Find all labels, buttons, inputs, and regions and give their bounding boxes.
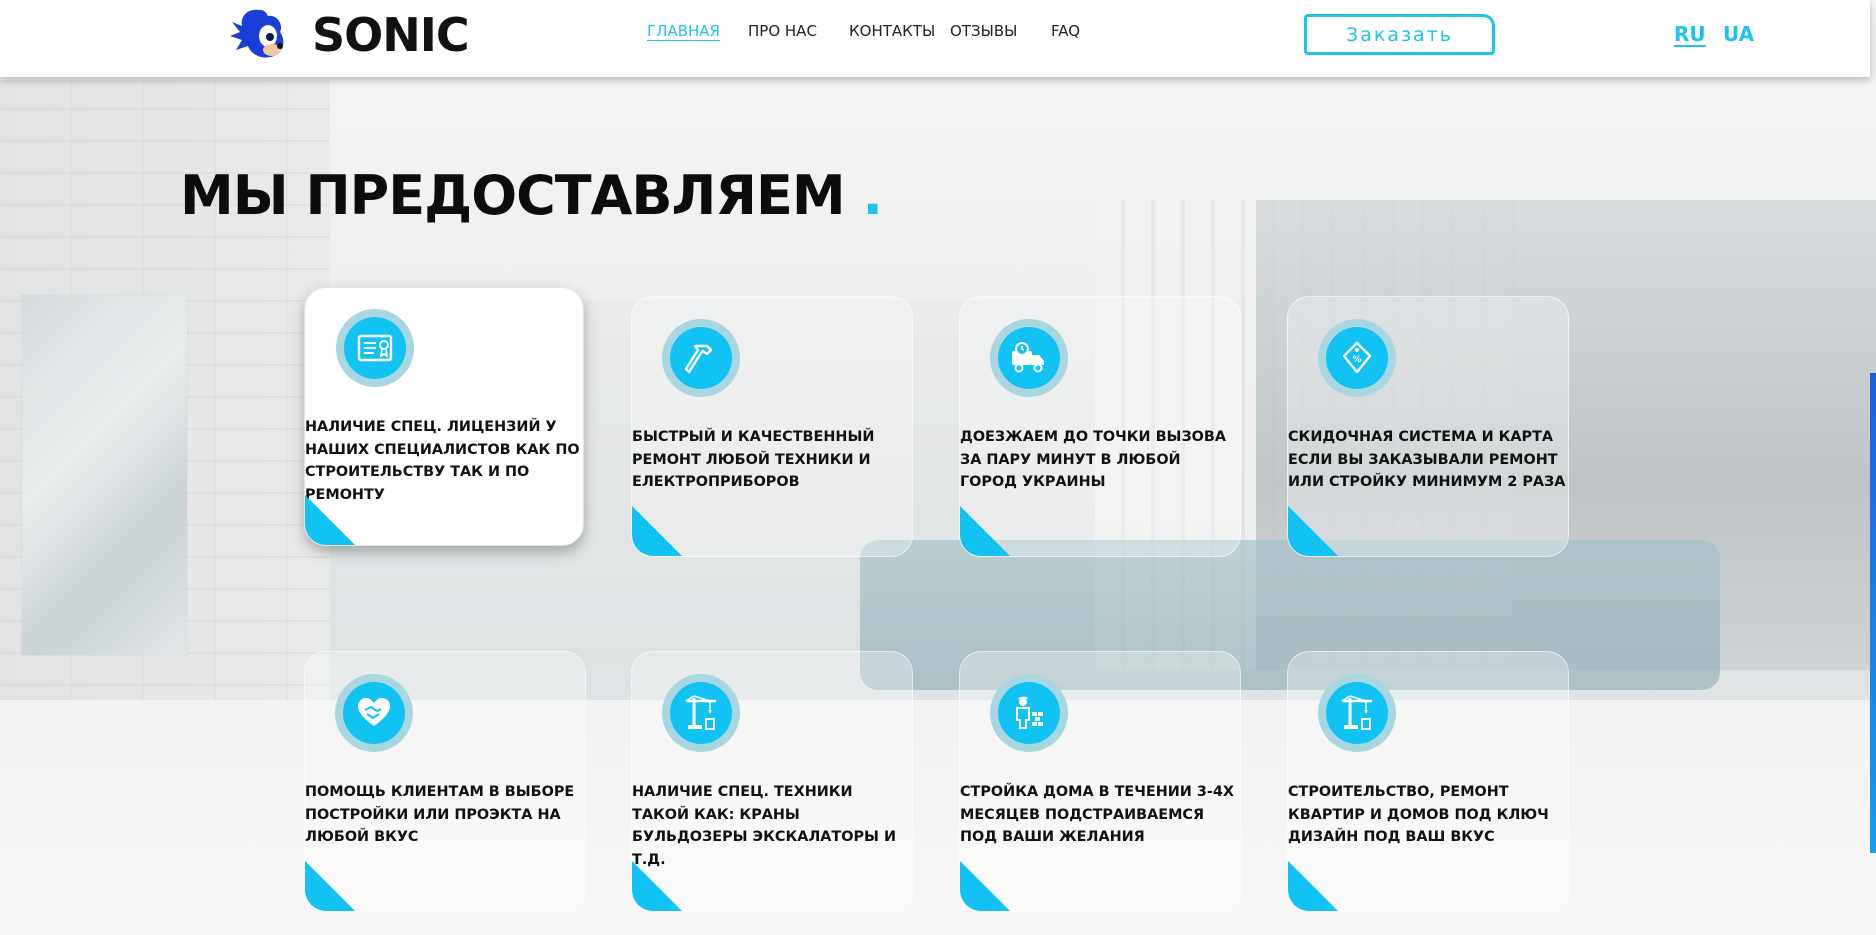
nav-link-faq[interactable]: FAQ [1051,22,1080,40]
card-corner-accent [632,506,682,556]
nav-link-reviews[interactable]: ОТЗЫВЫ [950,22,1017,40]
card-corner-accent [305,861,355,911]
nav-link-home[interactable]: ГЛАВНАЯ [647,22,720,40]
crane-icon [685,695,716,730]
card-corner-accent [960,861,1010,911]
heart-handshake-icon [358,698,390,726]
hedgehog-head-icon[interactable] [230,6,286,64]
card-corner-accent [305,495,355,545]
card-corner-accent [1288,506,1338,556]
nav-link-about[interactable]: ПРО НАС [748,22,817,40]
section-title-text: МЫ ПРЕДОСТАВЛЯЕМ [180,164,846,227]
icon-badge [990,319,1068,397]
card-text: НАЛИЧИЕ СПЕЦ. ТЕХНИКИ ТАКОЙ КАК: КРАНЫ Б… [632,784,896,868]
service-card-arrival[interactable]: ДОЕЗЖАЕМ ДО ТОЧКИ ВЫЗОВА ЗА ПАРУ МИНУТ В… [959,296,1241,557]
section-title: МЫ ПРЕДОСТАВЛЯЕМ . [180,164,883,227]
service-card-repair[interactable]: БЫСТРЫЙ И КАЧЕСТВЕННЫЙ РЕМОНТ ЛЮБОЙ ТЕХН… [631,296,913,557]
nav-link-contacts[interactable]: КОНТАКТЫ [849,22,935,40]
service-card-help-choose[interactable]: ПОМОЩЬ КЛИЕНТАМ В ВЫБОРЕ ПОСТРОЙКИ ИЛИ П… [304,651,586,912]
service-card-special-machinery[interactable]: НАЛИЧИЕ СПЕЦ. ТЕХНИКИ ТАКОЙ КАК: КРАНЫ Б… [631,651,913,912]
icon-badge [662,674,740,752]
card-text: СТРОИТЕЛЬСТВО, РЕМОНТ КВАРТИР И ДОМОВ ПО… [1288,784,1549,845]
icon-badge [1318,674,1396,752]
title-accent-dot: . [862,164,882,227]
card-text: СКИДОЧНАЯ СИСТЕМА И КАРТА ЕСЛИ ВЫ ЗАКАЗЫ… [1288,429,1566,490]
service-card-turnkey[interactable]: СТРОИТЕЛЬСТВО, РЕМОНТ КВАРТИР И ДОМОВ ПО… [1287,651,1569,912]
site-header: SONIC ГЛАВНАЯ ПРО НАС КОНТАКТЫ ОТЗЫВЫ FA… [0,0,1870,77]
icon-badge [662,319,740,397]
brand-logo-text[interactable]: SONIC [312,8,470,62]
card-text: СТРОЙКА ДОМА В ТЕЧЕНИИ 3-4Х МЕСЯЦЕВ ПОДС… [960,784,1234,845]
card-corner-accent [960,506,1010,556]
builder-bricks-icon [1016,696,1043,729]
card-text: БЫСТРЫЙ И КАЧЕСТВЕННЫЙ РЕМОНТ ЛЮБОЙ ТЕХН… [632,429,875,490]
license-certificate-icon [357,334,393,362]
card-corner-accent [632,861,682,911]
service-card-discount[interactable]: % СКИДОЧНАЯ СИСТЕМА И КАРТА ЕСЛИ ВЫ ЗАКА… [1287,296,1569,557]
card-corner-accent [1288,861,1338,911]
page-scrollbar[interactable] [1870,373,1876,853]
card-text: ПОМОЩЬ КЛИЕНТАМ В ВЫБОРЕ ПОСТРОЙКИ ИЛИ П… [305,784,575,845]
card-text: ДОЕЗЖАЕМ ДО ТОЧКИ ВЫЗОВА ЗА ПАРУ МИНУТ В… [960,429,1227,490]
icon-badge [335,674,413,752]
icon-badge [990,674,1068,752]
hammer-icon [684,344,713,374]
icon-badge [336,309,414,387]
language-ru-link[interactable]: RU [1674,22,1706,46]
icon-badge: % [1318,319,1396,397]
service-card-house-construction[interactable]: СТРОЙКА ДОМА В ТЕЧЕНИИ 3-4Х МЕСЯЦЕВ ПОДС… [959,651,1241,912]
order-button[interactable]: Заказать [1304,14,1495,55]
svg-text:%: % [1352,355,1361,365]
discount-tag-icon: % [1342,341,1372,374]
service-card-licenses[interactable]: НАЛИЧИЕ СПЕЦ. ЛИЦЕНЗИЙ У НАШИХ СПЕЦИАЛИС… [304,287,584,546]
crane-icon [1341,695,1372,730]
delivery-truck-icon [1012,342,1044,373]
background-interior-photo [0,0,1876,935]
card-text: НАЛИЧИЕ СПЕЦ. ЛИЦЕНЗИЙ У НАШИХ СПЕЦИАЛИС… [305,419,580,503]
language-ua-link[interactable]: UA [1723,22,1754,46]
